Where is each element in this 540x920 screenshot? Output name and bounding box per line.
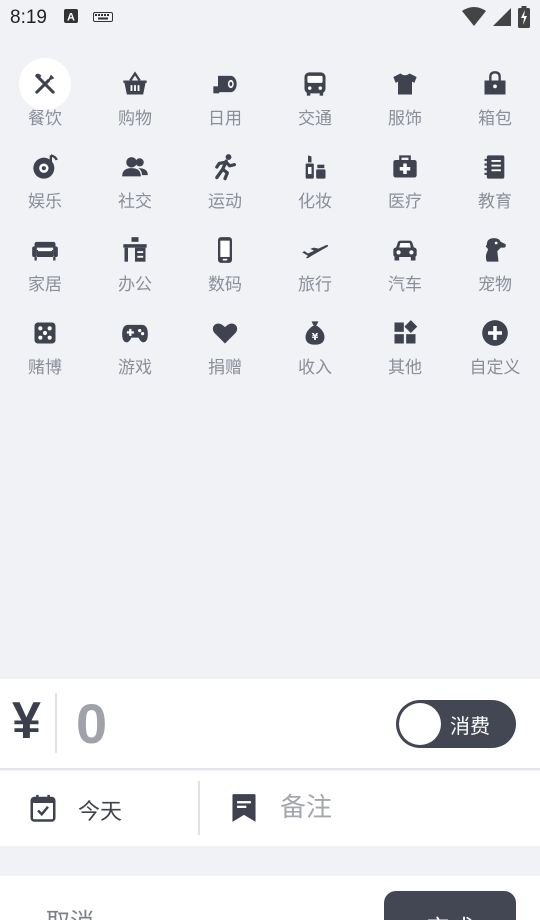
category-item-custom[interactable]: 自定义 — [450, 307, 540, 390]
car-icon — [379, 224, 431, 276]
wifi-icon — [462, 7, 486, 31]
category-label: 日用 — [208, 109, 242, 129]
category-label: 化妆 — [298, 192, 332, 212]
category-item-car[interactable]: 汽车 — [360, 224, 450, 307]
widgets-icon — [379, 307, 431, 359]
dice-icon — [19, 307, 71, 359]
heart-icon — [199, 307, 251, 359]
category-label: 箱包 — [478, 109, 512, 129]
category-item-education[interactable]: 教育 — [450, 141, 540, 224]
category-label: 家居 — [28, 275, 62, 295]
category-item-transport[interactable]: 交通 — [270, 58, 360, 141]
bus-icon — [289, 58, 341, 110]
category-item-travel[interactable]: 旅行 — [270, 224, 360, 307]
signal-icon — [492, 7, 512, 31]
category-label: 娱乐 — [28, 192, 62, 212]
category-label: 数码 — [208, 275, 242, 295]
category-label: 餐饮 — [28, 109, 62, 129]
category-label: 游戏 — [118, 358, 152, 378]
people-icon — [109, 141, 161, 193]
category-item-clothing[interactable]: 服饰 — [360, 58, 450, 141]
category-label: 交通 — [298, 109, 332, 129]
category-label: 医疗 — [388, 192, 422, 212]
category-label: 教育 — [478, 192, 512, 212]
phone-icon — [199, 224, 251, 276]
category-label: 购物 — [118, 109, 152, 129]
fork-knife-icon — [19, 58, 71, 110]
calendar-check-icon — [28, 793, 58, 823]
date-note-row: 今天 — [0, 771, 540, 846]
category-label: 自定义 — [469, 358, 521, 378]
category-item-games[interactable]: 游戏 — [90, 307, 180, 390]
category-item-other[interactable]: 其他 — [360, 307, 450, 390]
category-label: 赌博 — [28, 358, 62, 378]
a-badge-icon: A — [63, 8, 79, 28]
category-item-sports[interactable]: 运动 — [180, 141, 270, 224]
battery-charging-icon — [518, 6, 530, 32]
status-time: 8:19 — [10, 7, 47, 28]
toggle-knob — [399, 703, 441, 745]
date-label: 今天 — [78, 800, 123, 825]
category-item-shopping[interactable]: 购物 — [90, 58, 180, 141]
dog-icon — [469, 224, 521, 276]
running-icon — [199, 141, 251, 193]
category-label: 服饰 — [388, 109, 422, 129]
category-label: 旅行 — [298, 275, 332, 295]
divider — [198, 781, 200, 835]
category-item-social[interactable]: 社交 — [90, 141, 180, 224]
category-item-cosmetics[interactable]: 化妆 — [270, 141, 360, 224]
category-item-gambling[interactable]: 赌博 — [0, 307, 90, 390]
bottom-action-bar: 取消 完成 — [0, 876, 540, 920]
category-item-entertainment[interactable]: 娱乐 — [0, 141, 90, 224]
basket-icon — [109, 58, 161, 110]
category-label: 运动 — [208, 192, 242, 212]
expense-income-toggle[interactable]: 消费 — [396, 700, 516, 748]
currency-symbol: ¥ — [12, 692, 41, 750]
note-input[interactable] — [280, 787, 520, 829]
money-bag-icon: ¥ — [289, 307, 341, 359]
svg-text:A: A — [67, 12, 75, 24]
divider — [55, 693, 57, 753]
category-label: 收入 — [298, 358, 332, 378]
category-label: 社交 — [118, 192, 152, 212]
date-button[interactable]: 今天 — [0, 771, 198, 846]
category-label: 其他 — [388, 358, 422, 378]
amount-panel: ¥ 0 消费 — [0, 679, 540, 770]
toggle-label: 消费 — [450, 714, 490, 738]
category-item-daily[interactable]: 日用 — [180, 58, 270, 141]
gamepad-icon — [109, 307, 161, 359]
toilet-paper-icon — [199, 58, 251, 110]
music-disc-icon — [19, 141, 71, 193]
category-label: 汽车 — [388, 275, 422, 295]
category-item-bags[interactable]: 箱包 — [450, 58, 540, 141]
tshirt-icon — [379, 58, 431, 110]
category-item-income[interactable]: ¥ 收入 — [270, 307, 360, 390]
category-item-home[interactable]: 家居 — [0, 224, 90, 307]
category-item-pets[interactable]: 宠物 — [450, 224, 540, 307]
sofa-icon — [19, 224, 71, 276]
notebook-icon — [469, 141, 521, 193]
category-label: 宠物 — [478, 275, 512, 295]
office-desk-icon — [109, 224, 161, 276]
category-label: 捐赠 — [208, 358, 242, 378]
status-bar: 8:19 A — [0, 0, 540, 36]
done-button[interactable]: 完成 — [384, 891, 516, 920]
category-item-office[interactable]: 办公 — [90, 224, 180, 307]
bag-icon — [469, 58, 521, 110]
category-item-medical[interactable]: 医疗 — [360, 141, 450, 224]
note-icon — [230, 793, 258, 823]
category-item-donation[interactable]: 捐赠 — [180, 307, 270, 390]
medical-kit-icon — [379, 141, 431, 193]
cancel-button[interactable]: 取消 — [46, 902, 94, 920]
category-item-dining[interactable]: 餐饮 — [0, 58, 90, 141]
keyboard-icon — [92, 9, 113, 28]
category-label: 办公 — [118, 275, 152, 295]
amount-input[interactable]: 0 — [76, 691, 107, 756]
category-grid: 餐饮 购物 日用 交通 服饰 箱包 娱乐 社交 运动 化妆 医疗 教育 家居 办… — [0, 58, 540, 390]
plus-circle-icon — [469, 307, 521, 359]
airplane-icon — [289, 224, 341, 276]
category-item-digital[interactable]: 数码 — [180, 224, 270, 307]
svg-text:¥: ¥ — [312, 332, 319, 343]
cosmetics-icon — [289, 141, 341, 193]
